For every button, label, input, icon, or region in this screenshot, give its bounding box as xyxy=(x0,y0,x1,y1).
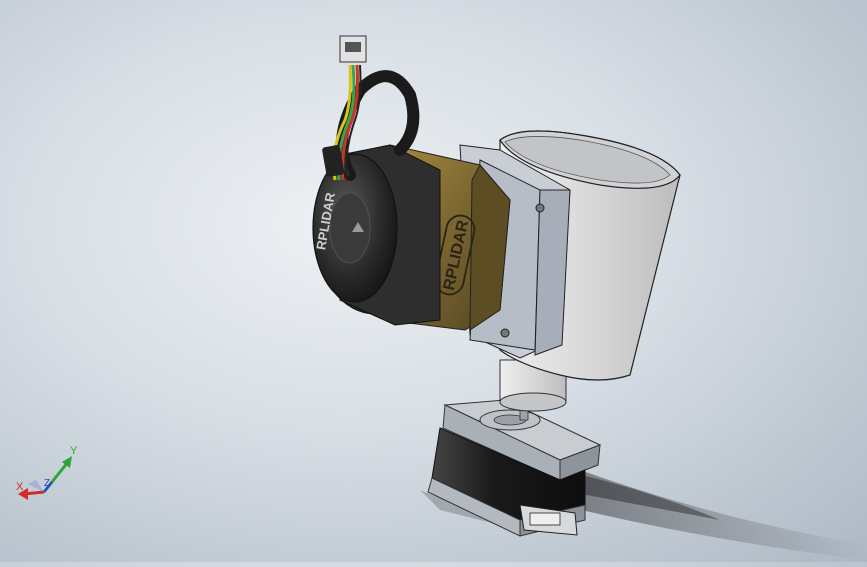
coordinate-triad: Y X Z xyxy=(16,445,78,500)
x-axis-label: X xyxy=(16,481,24,493)
3d-viewport[interactable]: RPLIDAR RPLIDAR Y X Z xyxy=(0,0,867,562)
z-axis-label: Z xyxy=(44,478,50,489)
screw-hole xyxy=(535,203,545,213)
cad-scene: RPLIDAR RPLIDAR xyxy=(312,35,867,560)
stepper-motor[interactable] xyxy=(427,394,602,537)
y-axis-label: Y xyxy=(70,445,78,457)
screw-hole xyxy=(500,328,510,338)
